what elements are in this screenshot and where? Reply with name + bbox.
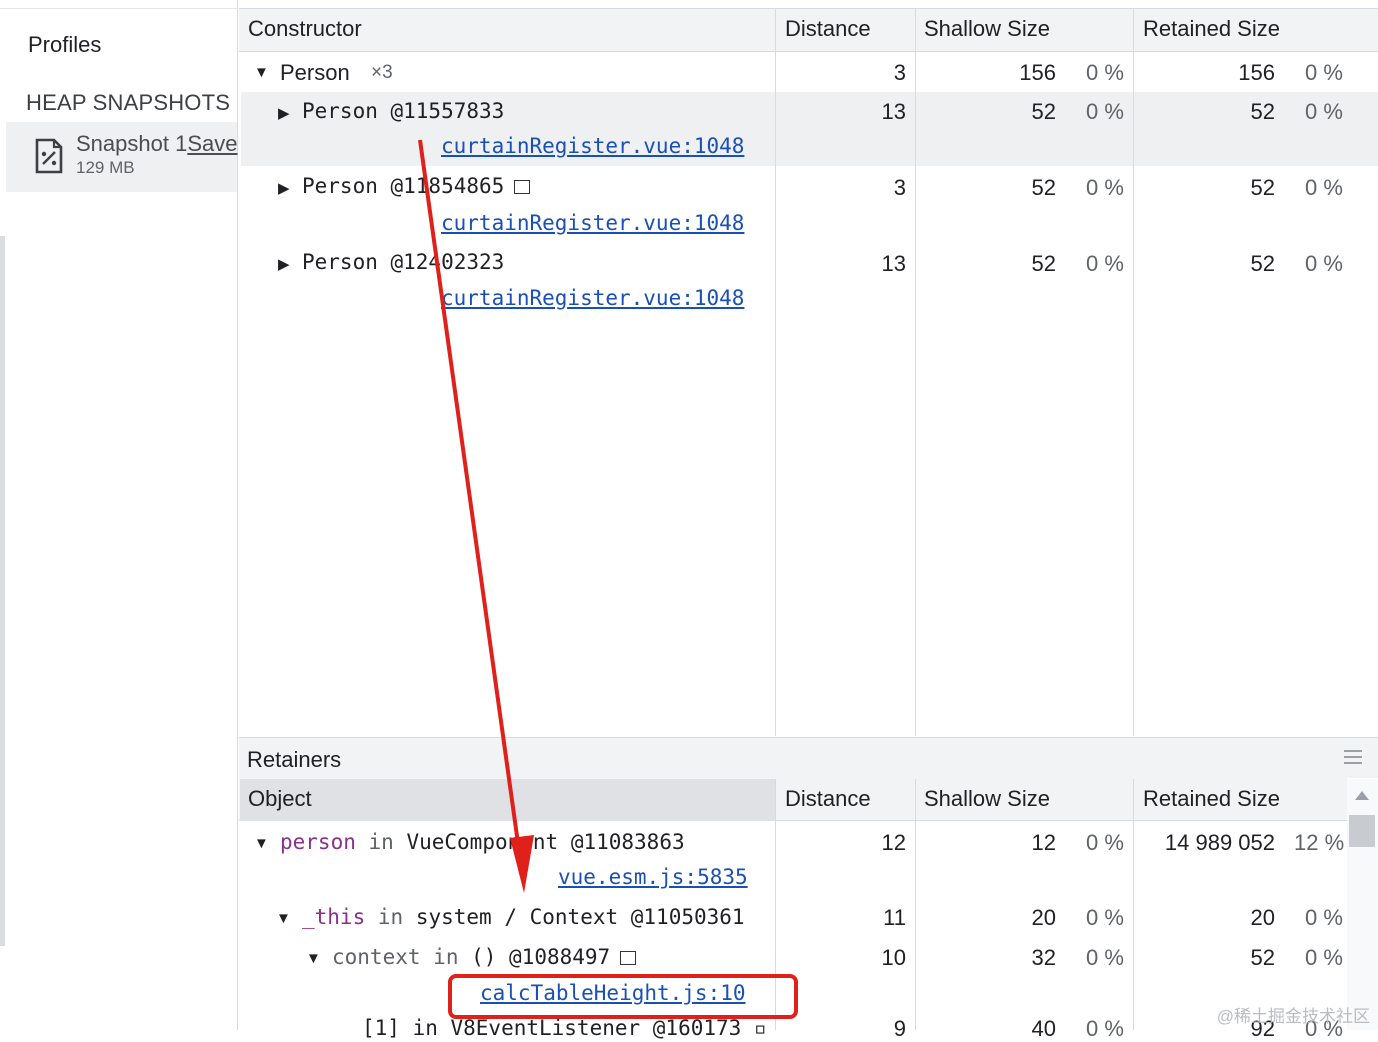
shallow-size-percent: 0 % (1086, 830, 1124, 855)
retained-size-percent: 0 % (1305, 945, 1343, 970)
column-divider (1133, 779, 1134, 1030)
distance-value: 13 (881, 251, 906, 276)
shallow-size-percent: 0 % (1086, 175, 1124, 200)
column-retained-size[interactable]: Retained Size (1143, 16, 1280, 42)
column-divider (915, 779, 916, 1030)
shallow-size-value: 12 (1031, 830, 1056, 855)
object-label: Person @11854865 (302, 174, 531, 198)
shallow-size-value: 52 (1031, 99, 1056, 124)
retained-size-percent: 0 % (1305, 60, 1343, 85)
retained-size-percent: 0 % (1305, 251, 1343, 276)
distance-value: 3 (893, 60, 906, 85)
shallow-size-percent: 0 % (1086, 99, 1124, 124)
column-divider (1133, 8, 1134, 736)
column-object[interactable]: Object (248, 786, 312, 812)
column-retained-size[interactable]: Retained Size (1143, 786, 1280, 812)
source-link[interactable]: vue.esm.js:5835 (558, 865, 748, 889)
shallow-size-value: 52 (1031, 175, 1056, 200)
shallow-size-percent: 0 % (1086, 251, 1124, 276)
retainers-title: Retainers (247, 747, 342, 772)
shallow-size-percent: 0 % (1086, 60, 1124, 85)
distance-value: 11 (883, 905, 906, 930)
snapshot-name: Snapshot 1Save (76, 131, 238, 156)
retained-size-percent: 0 % (1305, 175, 1343, 200)
collapse-triangle-icon[interactable]: ▼ (254, 64, 269, 81)
retained-size-percent: 12 % (1294, 830, 1345, 855)
collapse-triangle-icon[interactable]: ▼ (276, 910, 291, 927)
retained-size-value: 52 (1250, 175, 1275, 200)
shallow-size-percent: 0 % (1086, 905, 1124, 930)
source-link[interactable]: curtainRegister.vue:1048 (441, 134, 744, 158)
annotation-highlight-box (448, 974, 798, 1019)
profiles-sidebar: Profiles HEAP SNAPSHOTS Snapshot 1Save 1… (0, 0, 238, 1030)
retained-size-value: 14 989 052 (1164, 830, 1275, 855)
expand-triangle-icon[interactable]: ▶ (278, 104, 290, 122)
shallow-size-value: 40 (1031, 1016, 1056, 1041)
scroll-thumb[interactable] (1349, 815, 1375, 847)
snapshot-list-item[interactable]: Snapshot 1Save 129 MB (6, 122, 237, 192)
object-label: Person @12402323 (302, 250, 505, 274)
column-shallow-size[interactable]: Shallow Size (924, 16, 1050, 42)
distance-value: 12 (881, 830, 906, 855)
object-label: Person @11557833 (302, 99, 505, 123)
detached-marker-icon (620, 951, 637, 965)
retained-size-value: 156 (1238, 60, 1275, 85)
column-shallow-size[interactable]: Shallow Size (924, 786, 1050, 812)
retainer-label: context in () @1088497 (332, 945, 637, 969)
retainer-label: person in VueComponent @11083863 (280, 830, 685, 854)
distance-value: 13 (881, 99, 906, 124)
source-link[interactable]: curtainRegister.vue:1048 (441, 286, 744, 310)
menu-icon[interactable] (1344, 750, 1362, 764)
shallow-size-value: 20 (1031, 905, 1056, 930)
sidebar-resize-edge[interactable] (0, 236, 5, 946)
detached-marker-icon (514, 180, 531, 194)
collapse-triangle-icon[interactable]: ▼ (254, 835, 269, 852)
retainer-label: [1] in V8EventListener @160173 ▫ (362, 1016, 767, 1040)
column-distance[interactable]: Distance (785, 786, 871, 812)
distance-value: 10 (881, 945, 906, 970)
retained-size-value: 52 (1250, 945, 1275, 970)
column-constructor[interactable]: Constructor (248, 16, 362, 42)
snapshot-file-icon (35, 138, 63, 174)
expand-triangle-icon[interactable]: ▶ (278, 179, 290, 197)
shallow-size-percent: 0 % (1086, 945, 1124, 970)
sidebar-title: Profiles (28, 32, 102, 57)
expand-triangle-icon[interactable]: ▶ (278, 255, 290, 273)
heap-snapshots-header: HEAP SNAPSHOTS (26, 90, 231, 115)
column-divider (915, 8, 916, 736)
sorted-column-highlight (240, 779, 775, 821)
scroll-up-arrow-icon[interactable] (1355, 791, 1369, 800)
watermark-text: @稀土掘金技术社区 (1216, 1007, 1370, 1026)
shallow-size-value: 156 (1019, 60, 1056, 85)
distance-value: 3 (893, 175, 906, 200)
shallow-size-value: 52 (1031, 251, 1056, 276)
group-constructor-name: Person (280, 60, 350, 85)
group-instance-count: ×3 (371, 62, 393, 83)
sidebar-top-divider (0, 0, 237, 9)
column-divider (775, 8, 776, 736)
distance-value: 9 (893, 1016, 906, 1041)
retainer-label: _this in system / Context @11050361 (302, 905, 745, 929)
column-distance[interactable]: Distance (785, 16, 871, 42)
retained-size-value: 20 (1250, 905, 1275, 930)
snapshot-save-link[interactable]: Save (187, 131, 237, 156)
shallow-size-percent: 0 % (1086, 1016, 1124, 1041)
shallow-size-value: 32 (1031, 945, 1056, 970)
retained-size-value: 52 (1250, 251, 1275, 276)
retainers-scrollbar[interactable] (1347, 779, 1378, 1030)
source-link[interactable]: curtainRegister.vue:1048 (441, 211, 744, 235)
collapse-triangle-icon[interactable]: ▼ (306, 950, 321, 967)
retainers-panel-header[interactable]: Retainers (239, 737, 1378, 778)
retained-size-percent: 0 % (1305, 99, 1343, 124)
retained-size-percent: 0 % (1305, 905, 1343, 930)
snapshot-size: 129 MB (76, 158, 135, 177)
retained-size-value: 52 (1250, 99, 1275, 124)
constructor-table-header: Constructor Distance Shallow Size Retain… (239, 8, 1378, 52)
